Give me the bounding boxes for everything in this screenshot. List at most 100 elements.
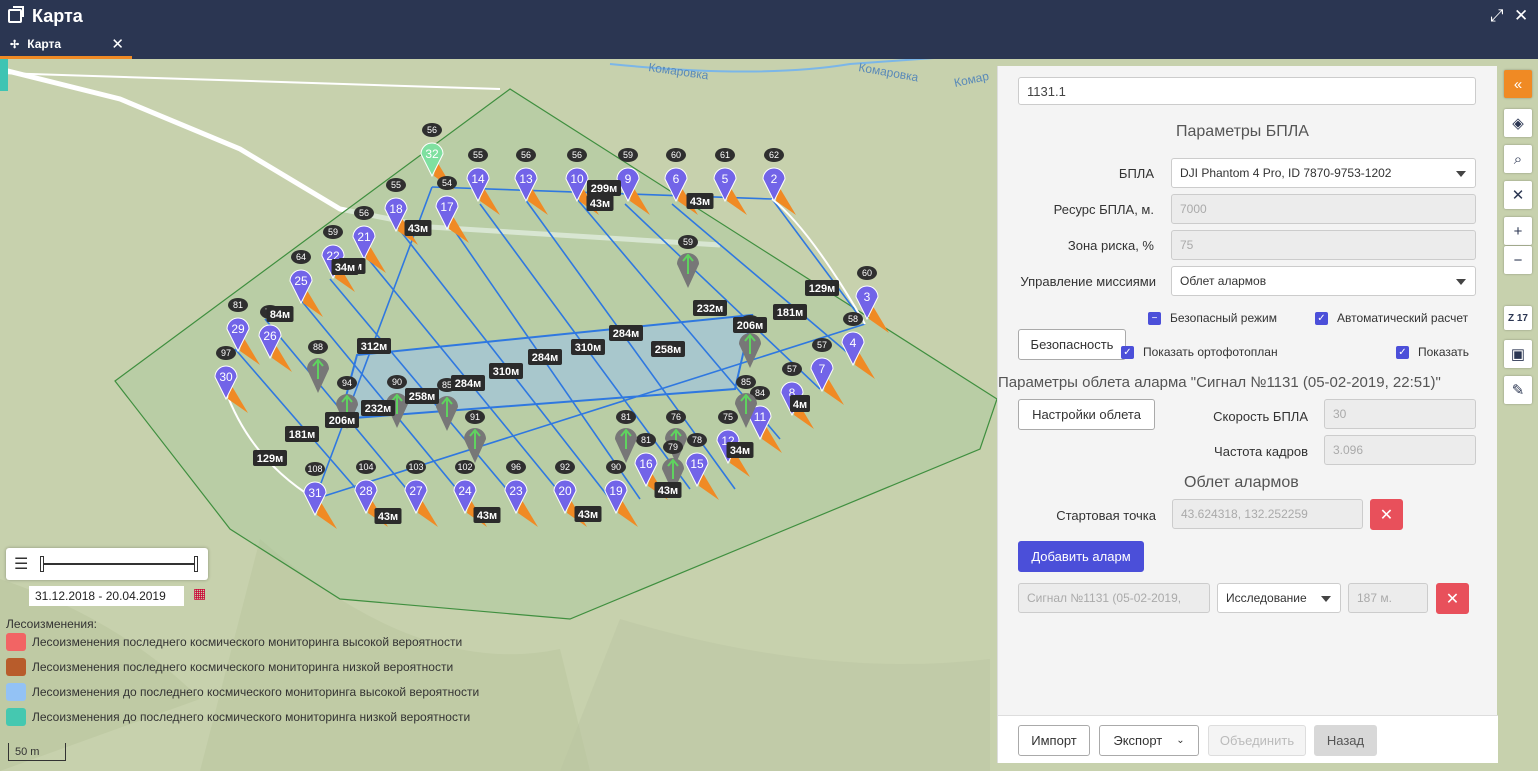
waypoint-number: 27	[409, 484, 423, 498]
photo-point-marker[interactable]: 59	[677, 235, 699, 288]
waypoint-number: 30	[219, 370, 233, 384]
clear-start-button[interactable]: ✕	[1370, 499, 1403, 530]
waypoint-marker[interactable]: 5 61	[713, 148, 747, 215]
zoom-in-button[interactable]: +	[1504, 217, 1532, 245]
import-button[interactable]: Импорт	[1018, 725, 1090, 756]
date-range: 31.12.2018 - 20.04.2019	[29, 586, 184, 606]
show-ortho-checkbox[interactable]: ✓ Показать ортофотоплан	[1121, 345, 1278, 359]
tab-close-icon[interactable]: ✕	[111, 35, 124, 53]
maximize-icon[interactable]: ⤢	[1490, 6, 1504, 26]
waypoint-height: 58	[848, 314, 858, 324]
photo-point-height: 79	[668, 442, 678, 452]
waypoint-marker[interactable]: 2 62	[762, 148, 796, 215]
auto-calc-checkbox[interactable]: ✓ Автоматический расчет	[1315, 311, 1468, 325]
drone-icon: ✢	[10, 38, 20, 51]
waypoint-number: 6	[673, 172, 680, 186]
waypoint-marker[interactable]: 1990	[604, 460, 638, 527]
calendar-icon[interactable]: ▦	[193, 585, 206, 602]
waypoint-height: 97	[221, 348, 231, 358]
tab-map[interactable]: ✢ Карта ✕	[0, 32, 132, 59]
export-button[interactable]: Экспорт ⌄	[1099, 725, 1199, 756]
photo-point-marker[interactable]: 91	[464, 410, 486, 463]
waypoint-marker[interactable]: 1578	[685, 433, 719, 500]
legend-item: Лесоизменения до последнего космического…	[6, 708, 470, 726]
photo-point-marker[interactable]: 76	[665, 410, 687, 463]
zoom-out-button[interactable]: −	[1504, 246, 1532, 274]
start-point-field[interactable]: 43.624318, 132.252259	[1172, 499, 1363, 529]
alarms-title: Облет алармов	[1184, 474, 1299, 491]
distance-label: 206м	[325, 412, 359, 428]
alarm-distance-field[interactable]: 187 м.	[1348, 583, 1428, 613]
close-icon[interactable]: ✕	[1514, 6, 1528, 26]
window-title: Карта	[32, 5, 83, 26]
flight-settings-button[interactable]: Настройки облета	[1018, 399, 1155, 430]
sliders-icon[interactable]: ☰	[14, 554, 28, 574]
frame-rate-field[interactable]: 3.096	[1324, 435, 1476, 465]
uav-select[interactable]: DJI Phantom 4 Pro, ID 7870-9753-1202	[1171, 158, 1476, 188]
waypoint-height: 62	[769, 150, 779, 160]
svg-text:206м: 206м	[329, 415, 356, 427]
mission-select[interactable]: Облет алармов	[1171, 266, 1476, 296]
search-icon[interactable]: ⌕	[1504, 145, 1532, 173]
slider-handle-start[interactable]	[40, 556, 44, 572]
distance-label: 312м	[357, 338, 391, 354]
photo-point-marker[interactable]: 88	[307, 340, 329, 393]
svg-text:129м: 129м	[809, 283, 836, 295]
merge-button[interactable]: Объединить	[1208, 725, 1306, 756]
resource-field[interactable]: 7000	[1171, 194, 1476, 224]
print-icon[interactable]: ▣	[1504, 340, 1532, 368]
waypoint-number: 14	[471, 172, 485, 186]
check-icon: ✓	[1121, 345, 1134, 359]
svg-text:43м: 43м	[408, 223, 428, 235]
svg-text:84м: 84м	[270, 309, 290, 321]
distance-label: 43м	[473, 507, 501, 523]
risk-field[interactable]: 75	[1171, 230, 1476, 260]
collapse-panel-button[interactable]: «	[1504, 70, 1532, 98]
waypoint-marker[interactable]: 14 55	[466, 148, 500, 215]
show-checkbox[interactable]: ✓ Показать	[1396, 345, 1469, 359]
remove-alarm-button[interactable]: ✕	[1436, 583, 1469, 614]
slider-handle-end[interactable]	[194, 556, 198, 572]
waypoint-number: 15	[690, 457, 704, 471]
chevron-down-icon: ⌄	[1176, 735, 1185, 746]
safe-mode-checkbox[interactable]: − Безопасный режим	[1148, 311, 1277, 325]
alarm-type-select[interactable]: Исследование	[1217, 583, 1341, 613]
safety-button[interactable]: Безопасность	[1018, 329, 1126, 360]
svg-text:43м: 43м	[658, 485, 678, 497]
photo-point-marker[interactable]: 81	[615, 410, 637, 463]
alarm-name-field[interactable]: Сигнал №1131 (05-02-2019,	[1018, 583, 1210, 613]
distance-label: 181м	[773, 304, 807, 320]
distance-label: 129м	[253, 450, 287, 466]
check-icon: ✓	[1315, 311, 1328, 325]
photo-point-height: 90	[392, 377, 402, 387]
mission-panel: 1131.1 Параметры БПЛА БПЛА DJI Phantom 4…	[997, 66, 1498, 763]
waypoint-marker[interactable]: 4 58	[841, 312, 875, 379]
speed-field[interactable]: 30	[1324, 399, 1476, 429]
waypoint-marker[interactable]: 9 59	[616, 148, 650, 215]
search-input[interactable]: 1131.1	[1018, 77, 1476, 105]
layers-icon[interactable]: ◈	[1504, 109, 1532, 137]
back-button[interactable]: Назад	[1314, 725, 1377, 756]
waypoint-marker[interactable]: 31 108	[303, 462, 337, 529]
drone-tool-icon[interactable]: ✕	[1504, 181, 1532, 209]
waypoint-marker[interactable]: 30 97	[214, 346, 248, 413]
svg-text:310м: 310м	[493, 366, 520, 378]
waypoint-height: 96	[511, 462, 521, 472]
distance-label: 43м	[374, 508, 402, 524]
minus-icon: −	[1148, 311, 1161, 325]
waypoint-height: 54	[442, 178, 452, 188]
waypoint-marker[interactable]: 27 103	[404, 460, 438, 527]
time-slider[interactable]: ☰	[6, 548, 208, 580]
waypoint-number: 17	[440, 200, 454, 214]
waypoint-marker[interactable]: 11 84	[748, 386, 782, 453]
add-alarm-button[interactable]: Добавить аларм	[1018, 541, 1144, 572]
waypoint-marker[interactable]: 23 96	[504, 460, 538, 527]
slider-track[interactable]	[42, 563, 196, 565]
waypoint-number: 19	[609, 484, 623, 498]
waypoint-marker[interactable]: 25 64	[289, 250, 323, 317]
waypoint-marker[interactable]: 13 56	[514, 148, 548, 215]
waypoint-number: 10	[570, 172, 584, 186]
wrench-icon[interactable]: ✎	[1504, 376, 1532, 404]
waypoint-marker[interactable]: 1754	[435, 176, 469, 243]
waypoint-marker[interactable]: 7 57	[810, 338, 844, 405]
